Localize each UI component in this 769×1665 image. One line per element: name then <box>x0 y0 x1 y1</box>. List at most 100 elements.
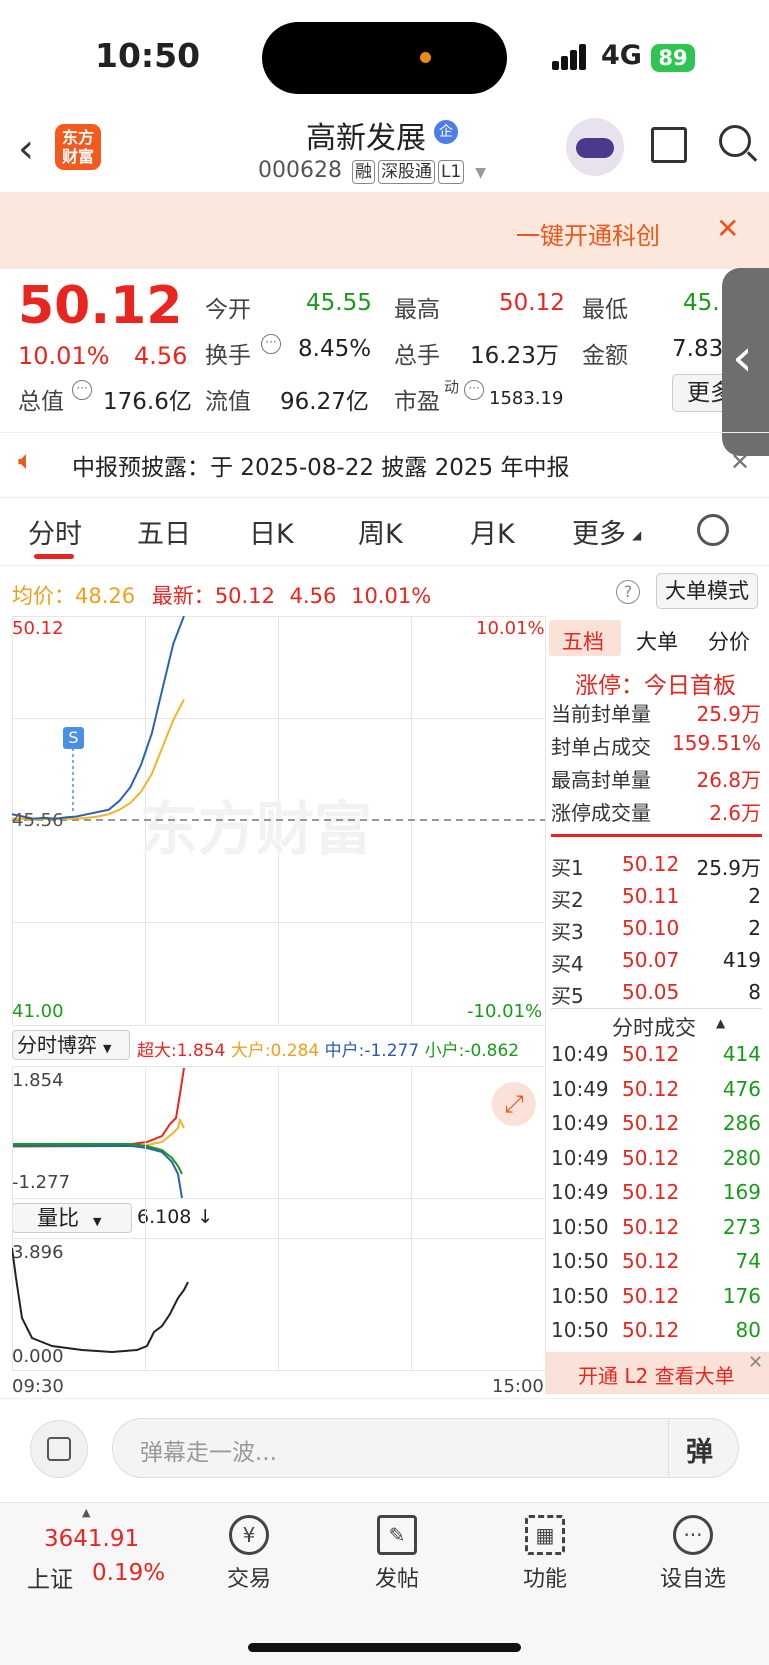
super-label: 超大 <box>137 1041 171 1061</box>
trade-price: 50.12 <box>622 1042 680 1066</box>
comments-list-button[interactable] <box>30 1420 88 1478</box>
stock-subline[interactable]: 000628 融深股通 L1 ▼ <box>258 158 486 184</box>
speaker-icon: 🔈︎ <box>18 446 34 476</box>
pe-value: 1583.19 <box>489 388 564 409</box>
gear-icon[interactable] <box>697 514 729 546</box>
trade-time: 10:50 <box>551 1249 609 1273</box>
nav-functions[interactable]: ▦ 功能 <box>500 1515 590 1593</box>
ratio-selector[interactable]: 量比 ▼ <box>12 1203 132 1233</box>
change-pct: 10.01% <box>18 342 110 370</box>
open-label: 今开 <box>205 297 251 323</box>
price-chart[interactable] <box>12 616 545 1025</box>
stat-label: 封单占成交 <box>551 735 651 759</box>
tab-orderbook[interactable]: 五档 <box>562 626 604 656</box>
expand-icon[interactable]: ⤢ <box>492 1082 536 1126</box>
l2-text[interactable]: 开通 L2 查看大单 <box>578 1360 735 1389</box>
trade-price: 50.12 <box>622 1318 680 1342</box>
notice-text[interactable]: 中报预披露：于 2025-08-22 披露 2025 年中报 <box>72 448 569 482</box>
small-label: 小户 <box>424 1041 459 1061</box>
chevron-down-icon: ▼ <box>103 1042 112 1055</box>
stat-value: 26.8万 <box>696 768 761 792</box>
trade-price: 50.12 <box>622 1214 680 1239</box>
help-icon[interactable]: ? <box>616 580 640 604</box>
tab-daily-k[interactable]: 日K <box>249 512 294 551</box>
pe-sup: 动 <box>444 378 460 396</box>
dynamic-island <box>262 22 507 94</box>
tab-weekly-k[interactable]: 周K <box>358 512 403 551</box>
info-icon[interactable]: ··· <box>72 380 92 400</box>
trade-volume: 286 <box>722 1111 761 1135</box>
tab-underline <box>34 554 74 559</box>
bid-label: 买2 <box>551 888 584 912</box>
open-value: 45.55 <box>306 290 372 316</box>
trade-volume: 280 <box>722 1145 761 1170</box>
floatcap-value: 96.27亿 <box>280 389 369 415</box>
tag-connect: 深股通 <box>377 160 435 184</box>
bigorder-mode-button[interactable]: 大单模式 <box>656 573 758 609</box>
bid-price: 50.11 <box>622 884 680 908</box>
status-time: 10:50 <box>95 36 201 75</box>
flow-legend: 超大:1.854 大户:0.284 中户:-1.277 小户:-0.862 <box>137 1041 520 1061</box>
flow-selector[interactable]: 分时博弈 ▼ <box>12 1030 130 1060</box>
index-name[interactable]: 上证 <box>27 1560 73 1594</box>
home-indicator <box>248 1643 521 1652</box>
trade-volume: 176 <box>722 1283 761 1308</box>
stat-label: 当前封单量 <box>551 702 651 726</box>
index-pct[interactable]: 0.19% <box>92 1560 165 1586</box>
pe-label: 市盈 <box>394 389 440 415</box>
danmaku-toggle[interactable]: 弹 <box>686 1430 713 1469</box>
chevron-down-icon: ▼ <box>93 1215 102 1228</box>
time-end: 15:00 <box>492 1376 544 1397</box>
trades-title[interactable]: 分时成交 <box>612 1012 696 1042</box>
bid-price: 50.05 <box>622 980 680 1004</box>
tab-intraday[interactable]: 分时 <box>28 512 82 551</box>
low-value: 45. <box>683 290 720 316</box>
trade-price: 50.12 <box>622 1076 680 1101</box>
nav-post-label: 发帖 <box>374 1567 419 1592</box>
trade-time: 10:49 <box>551 1042 609 1066</box>
flow-y-top: 1.854 <box>12 1070 64 1091</box>
tab-more[interactable]: 更多 <box>572 512 626 551</box>
share-icon[interactable] <box>651 127 687 163</box>
tab-price-dist[interactable]: 分价 <box>708 626 750 656</box>
event-marker[interactable]: S <box>63 727 84 749</box>
trade-volume: 273 <box>722 1214 761 1239</box>
index-value[interactable]: 3641.91 <box>44 1526 139 1552</box>
nav-watchlist[interactable]: ··· 设自选 <box>648 1515 738 1593</box>
trade-price: 50.12 <box>622 1249 680 1273</box>
price-line <box>12 616 185 820</box>
network-label: 4G <box>601 40 642 71</box>
battery-icon: 89 <box>651 44 695 72</box>
info-icon[interactable]: ··· <box>261 334 281 354</box>
bid-price: 50.07 <box>622 948 680 972</box>
signal-icon <box>552 44 586 70</box>
tab-5day[interactable]: 五日 <box>137 512 191 551</box>
yen-icon: ¥ <box>229 1515 269 1555</box>
nav-functions-label: 功能 <box>522 1567 567 1592</box>
tab-bigorder[interactable]: 大单 <box>636 626 678 656</box>
robot-avatar[interactable] <box>566 118 624 176</box>
last-pct: 10.01% <box>351 584 432 608</box>
trade-volume: 476 <box>722 1076 761 1101</box>
tab-monthly-k[interactable]: 月K <box>470 512 515 551</box>
nav-post[interactable]: ✎ 发帖 <box>352 1515 442 1593</box>
super-value: 1.854 <box>176 1041 226 1061</box>
nav-trade[interactable]: ¥ 交易 <box>204 1515 294 1593</box>
floatcap-label: 流值 <box>205 389 251 415</box>
close-icon[interactable]: ✕ <box>730 448 750 476</box>
bid-volume: 419 <box>722 948 761 972</box>
stock-code: 000628 <box>258 158 342 183</box>
promo-text[interactable]: 一键开通科创 <box>516 216 660 251</box>
stat-value: 2.6万 <box>709 801 761 825</box>
close-icon[interactable]: ✕ <box>716 212 739 245</box>
last-value: 50.12 <box>214 584 275 608</box>
low-label: 最低 <box>582 297 628 323</box>
amount-label: 金额 <box>582 343 628 369</box>
bid-price: 50.10 <box>622 916 680 940</box>
y-mid-label: 45.56 <box>12 810 64 831</box>
close-icon[interactable]: ✕ <box>748 1352 763 1373</box>
trade-volume: 80 <box>735 1318 761 1342</box>
back-icon[interactable]: ‹ <box>18 126 34 172</box>
side-drawer-handle[interactable]: ‹ <box>722 268 769 456</box>
info-icon[interactable]: ··· <box>464 380 484 400</box>
